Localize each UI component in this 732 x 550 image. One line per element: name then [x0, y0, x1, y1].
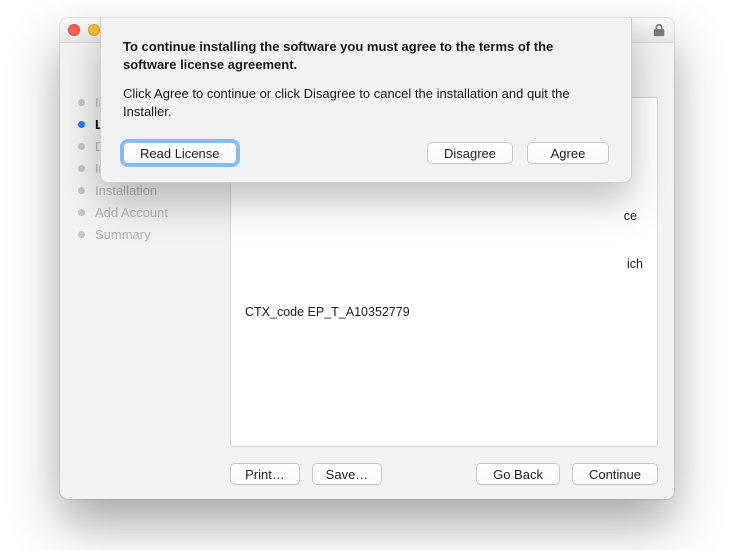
go-back-button[interactable]: Go Back — [476, 463, 560, 485]
disagree-button[interactable]: Disagree — [427, 142, 513, 164]
step-dot-icon — [78, 121, 85, 128]
license-text-fragment: ich — [245, 254, 643, 274]
agree-button[interactable]: Agree — [527, 142, 609, 164]
close-icon[interactable] — [68, 24, 80, 36]
print-button[interactable]: Print… — [230, 463, 300, 485]
sidebar-item-summary: Summary — [78, 223, 230, 245]
installer-window: Install Citrix Workspace Introduction Li… — [60, 18, 674, 499]
step-dot-icon — [78, 187, 85, 194]
license-agreement-sheet: To continue installing the software you … — [100, 18, 632, 183]
continue-button[interactable]: Continue — [572, 463, 658, 485]
minimize-icon[interactable] — [88, 24, 100, 36]
step-dot-icon — [78, 209, 85, 216]
step-dot-icon — [78, 99, 85, 106]
sidebar-item-add-account: Add Account — [78, 201, 230, 223]
step-dot-icon — [78, 165, 85, 172]
sidebar-item-label: Installation — [95, 183, 157, 198]
license-code-line: CTX_code EP_T_A10352779 — [245, 302, 643, 322]
step-dot-icon — [78, 143, 85, 150]
sheet-heading: To continue installing the software you … — [123, 38, 609, 73]
bottom-button-row: Print… Save… Go Back Continue — [230, 457, 658, 487]
read-license-button[interactable]: Read License — [123, 142, 237, 164]
license-text-fragment: ce — [245, 206, 643, 226]
save-button[interactable]: Save… — [312, 463, 382, 485]
sheet-subtext: Click Agree to continue or click Disagre… — [123, 85, 609, 120]
sidebar-item-label: Summary — [95, 227, 151, 242]
lock-icon[interactable] — [652, 23, 666, 37]
step-dot-icon — [78, 231, 85, 238]
sidebar-item-label: Add Account — [95, 205, 168, 220]
